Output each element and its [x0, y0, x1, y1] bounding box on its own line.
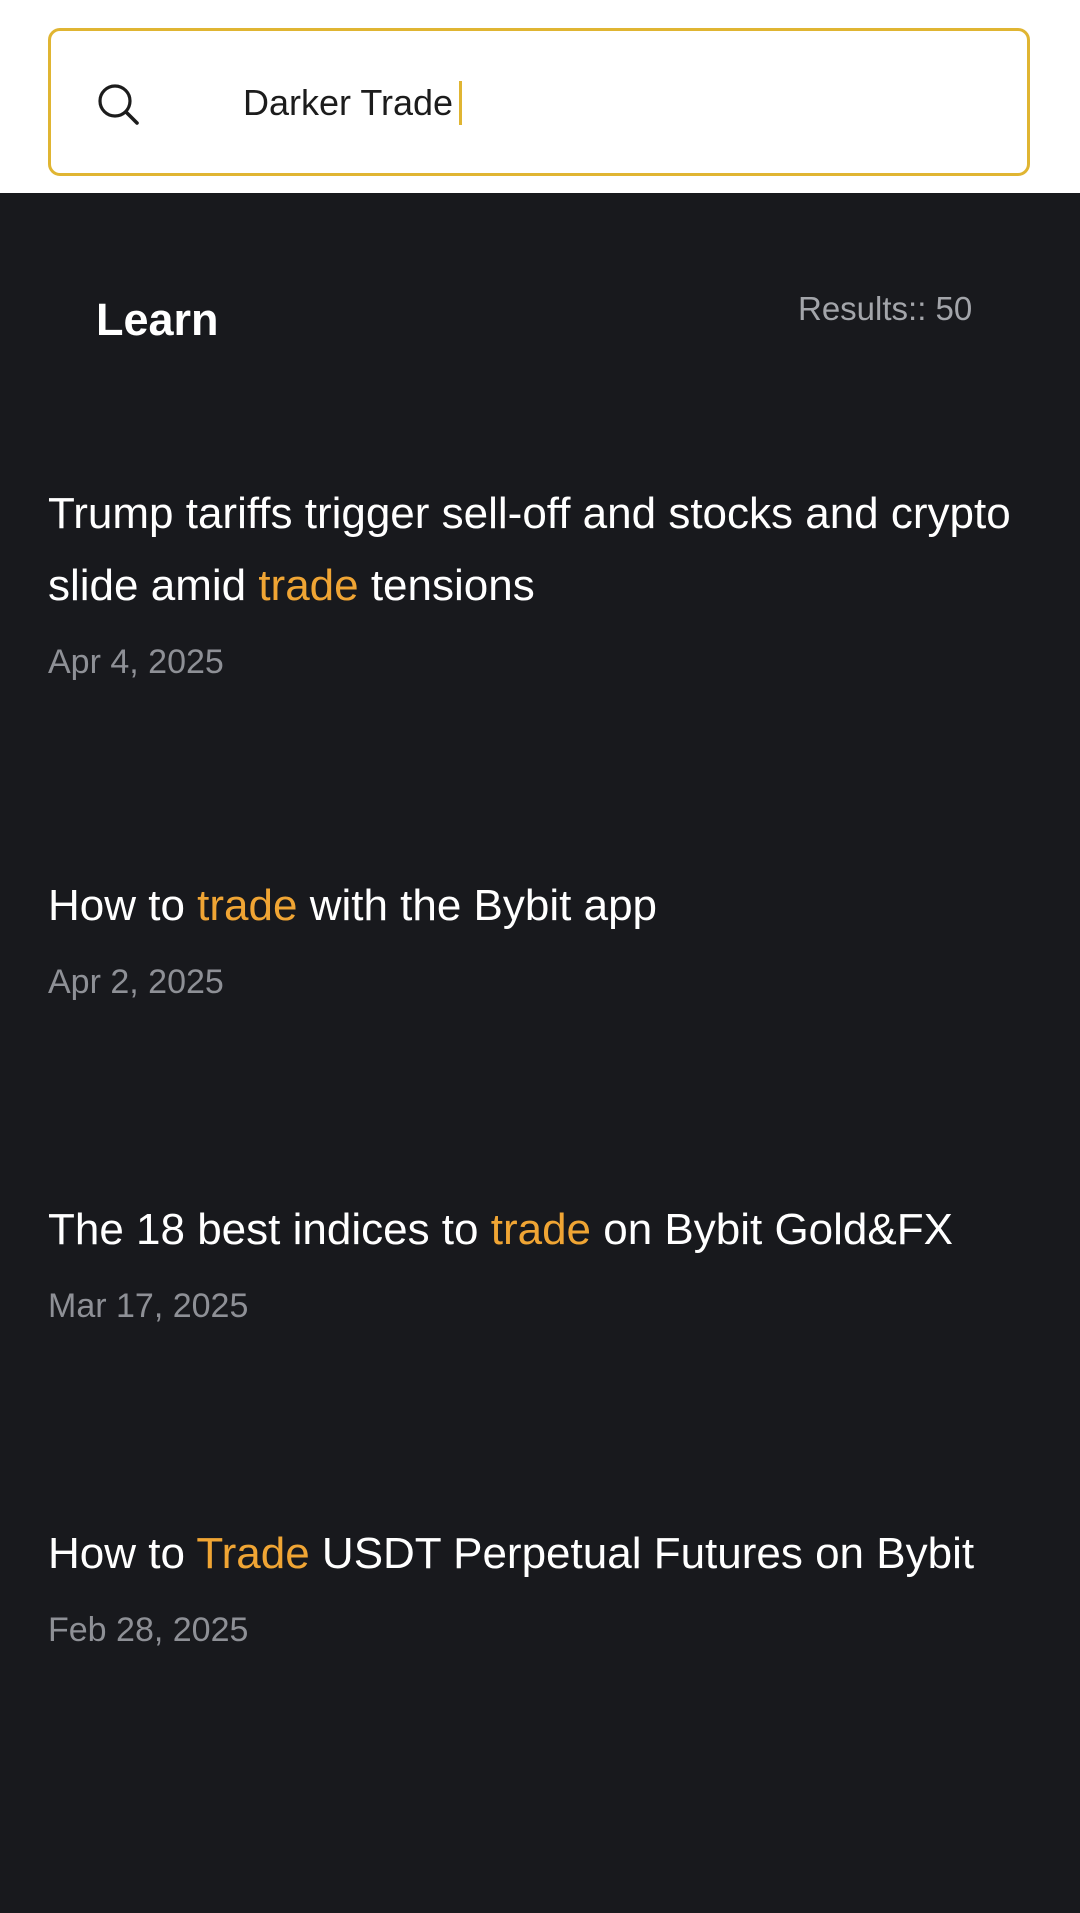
article-title-highlight: trade	[490, 1205, 592, 1254]
article-date: Mar 17, 2025	[48, 1287, 249, 1325]
article-title-highlight: trade	[197, 881, 298, 930]
article-title: The 18 best indices to trade on Bybit Go…	[48, 1194, 1038, 1266]
article-title-text: How to	[48, 1529, 197, 1578]
article-title-text: tensions	[358, 561, 535, 610]
article-date: Apr 4, 2025	[48, 643, 224, 681]
results-count: Results:: 50	[798, 290, 973, 327]
search-query[interactable]: Darker Trade	[243, 78, 463, 128]
article-title-text: The 18 best indices to	[48, 1205, 491, 1254]
article-title-text: USDT Perpetual Futures on Bybit	[309, 1529, 975, 1578]
search-icon[interactable]	[96, 82, 140, 126]
article-title-highlight: trade	[258, 561, 359, 610]
article-title-text: on Bybit Gold&FX	[591, 1205, 953, 1254]
article-title-text: with the Bybit app	[297, 881, 658, 930]
article-item[interactable]: Trump tariffs trigger sell-off and stock…	[48, 478, 1038, 684]
article-date: Feb 28, 2025	[48, 1611, 249, 1649]
article-title-highlight: Trade	[196, 1529, 310, 1578]
text-caret	[459, 81, 463, 125]
article-date: Apr 2, 2025	[48, 963, 224, 1001]
article-title: How to trade with the Bybit app	[48, 870, 1038, 942]
article-item[interactable]: How to trade with the Bybit app Apr 2, 2…	[48, 870, 1038, 1004]
search-input[interactable]	[48, 28, 1030, 176]
article-item[interactable]: How to Trade USDT Perpetual Futures on B…	[48, 1518, 1038, 1652]
article-title: How to Trade USDT Perpetual Futures on B…	[48, 1518, 1038, 1590]
article-title: Trump tariffs trigger sell-off and stock…	[48, 478, 1038, 622]
search-bar: Darker Trade	[0, 0, 1080, 193]
article-title-text: How to	[48, 881, 198, 930]
search-query-text: Darker Trade	[243, 82, 454, 123]
article-item[interactable]: The 18 best indices to trade on Bybit Go…	[48, 1194, 1038, 1328]
section-title: Learn	[96, 294, 219, 345]
